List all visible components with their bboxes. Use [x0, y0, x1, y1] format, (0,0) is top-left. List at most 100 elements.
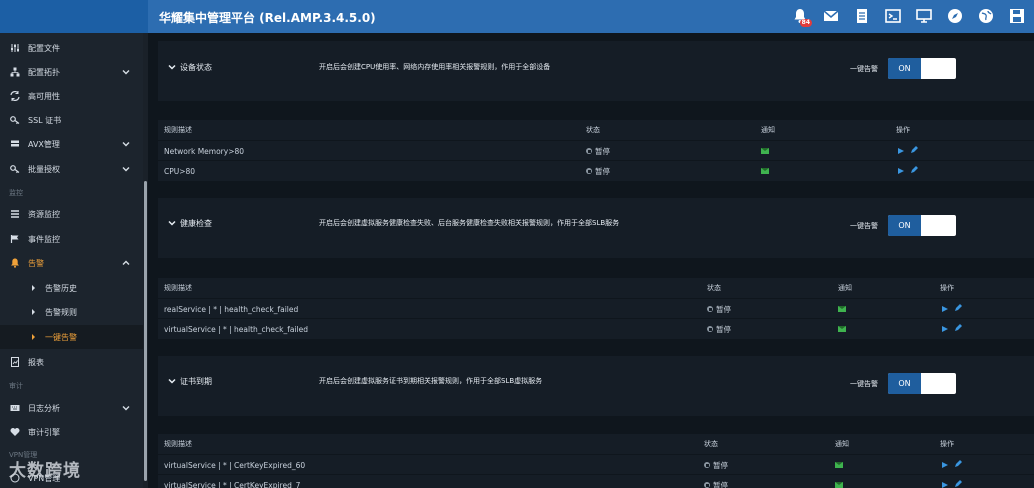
- notify-mail-icon[interactable]: [838, 299, 846, 319]
- monitor-icon[interactable]: [913, 5, 935, 27]
- bell-icon[interactable]: 84: [789, 5, 812, 27]
- sidebar-item-report[interactable]: 报表: [0, 350, 143, 374]
- one-click-alarm-label: 一键告警: [850, 222, 878, 230]
- play-icon[interactable]: [942, 482, 948, 488]
- sidebar-item-resource-monitor[interactable]: 资源监控: [0, 202, 143, 226]
- edit-icon[interactable]: [910, 166, 918, 176]
- keyboard-icon: [9, 403, 21, 413]
- play-icon[interactable]: [898, 148, 904, 154]
- edit-icon[interactable]: [954, 304, 962, 314]
- sliders-icon: [9, 43, 21, 53]
- ha-icon: [9, 91, 21, 101]
- sidebar-item-label: 审计引擎: [28, 427, 60, 437]
- rule-description: virtualService | * | CertKeyExpired_7: [164, 480, 301, 488]
- one-click-alarm-toggle[interactable]: ON: [888, 373, 956, 394]
- table-row: realService | * | health_check_failed 暂停: [158, 298, 1034, 318]
- sidebar-item-log-analysis[interactable]: 日志分析: [0, 396, 143, 420]
- edit-icon[interactable]: [954, 460, 962, 470]
- report-icon: [9, 357, 21, 367]
- play-icon[interactable]: [942, 462, 948, 468]
- notify-mail-icon[interactable]: [835, 455, 843, 475]
- column-header: 状态: [704, 440, 718, 448]
- heart-icon: [9, 427, 21, 437]
- table-header: 规则描述 状态 通知 操作: [158, 278, 1034, 298]
- sidebar-item-label: 配置拓扑: [28, 67, 60, 77]
- column-header: 规则描述: [164, 440, 192, 448]
- sidebar-item-alarm[interactable]: 告警: [0, 251, 143, 275]
- caret-right-icon: [32, 285, 35, 291]
- save-icon[interactable]: [1006, 5, 1028, 27]
- sidebar-item-label: 事件监控: [28, 234, 60, 244]
- edit-icon[interactable]: [954, 480, 962, 488]
- notify-mail-icon[interactable]: [838, 319, 846, 339]
- document-icon[interactable]: [851, 5, 873, 27]
- pause-icon: [704, 462, 710, 468]
- terminal-icon[interactable]: [882, 5, 904, 27]
- sidebar-item-alarm-history[interactable]: 告警历史: [0, 276, 143, 300]
- chevron-down-icon[interactable]: [168, 377, 176, 385]
- sidebar-item-config-topology[interactable]: 配置拓扑: [0, 60, 143, 84]
- top-bar: 华耀集中管理平台 (Rel.AMP.3.4.5.0) 84: [148, 0, 1034, 33]
- rule-status: 暂停: [586, 161, 610, 181]
- rule-status: 暂停: [707, 319, 731, 339]
- row-actions: [898, 141, 918, 161]
- sidebar-item-config-files[interactable]: 配置文件: [0, 36, 143, 60]
- chevron-down-icon: [122, 406, 130, 411]
- toggle-on-label: ON: [888, 58, 921, 79]
- notify-mail-icon[interactable]: [761, 141, 769, 161]
- column-header: 通知: [838, 284, 852, 292]
- one-click-alarm-label: 一键告警: [850, 65, 878, 73]
- one-click-alarm-toggle[interactable]: ON: [888, 58, 956, 79]
- sidebar-item-label: 一键告警: [45, 332, 77, 342]
- bell-icon: [9, 258, 21, 268]
- sidebar-item-ssl-cert[interactable]: SSL 证书: [0, 108, 143, 132]
- panel-description: 开启后会创建虚拟服务证书到期相关报警规则，作用于全部SLB虚拟服务: [319, 377, 543, 385]
- sidebar-item-one-click-alarm[interactable]: 一键告警: [0, 325, 143, 349]
- notify-mail-icon[interactable]: [835, 475, 843, 488]
- chevron-down-icon[interactable]: [168, 219, 176, 227]
- chevron-down-icon[interactable]: [168, 63, 176, 71]
- panel-device-status: 设备状态 开启后会创建CPU使用率、网络内存使用率相关报警规则，作用于全部设备 …: [158, 41, 1034, 101]
- mail-icon[interactable]: [820, 5, 842, 27]
- play-icon[interactable]: [898, 168, 904, 174]
- sidebar-scrollbar-thumb[interactable]: [144, 181, 147, 481]
- sidebar-item-label: AVX管理: [28, 139, 60, 149]
- sidebar-item-avx[interactable]: AVX管理: [0, 132, 143, 156]
- one-click-alarm-toggle[interactable]: ON: [888, 215, 956, 236]
- caret-right-icon: [32, 334, 35, 340]
- sidebar-section-monitor: 监控: [9, 189, 23, 197]
- globe-icon[interactable]: [975, 5, 997, 27]
- table-row: virtualService | * | health_check_failed…: [158, 318, 1034, 338]
- sidebar-item-alarm-rules[interactable]: 告警规则: [0, 300, 143, 324]
- rules-table-health-check: 规则描述 状态 通知 操作 realService | * | health_c…: [158, 278, 1034, 339]
- panel-cert-expiry: 证书到期 开启后会创建虚拟服务证书到期相关报警规则，作用于全部SLB虚拟服务 一…: [158, 356, 1034, 416]
- rule-description: Network Memory>80: [164, 146, 245, 156]
- rules-table-device-status: 规则描述 状态 通知 操作 Network Memory>80 暂停 CPU>8…: [158, 120, 1034, 181]
- sidebar-item-ha[interactable]: 高可用性: [0, 84, 143, 108]
- rule-description: CPU>80: [164, 166, 196, 176]
- compass-icon[interactable]: [944, 5, 966, 27]
- chevron-down-icon: [122, 167, 130, 172]
- sidebar-item-event-monitor[interactable]: 事件监控: [0, 227, 143, 251]
- pause-icon: [586, 148, 592, 154]
- edit-icon[interactable]: [910, 146, 918, 156]
- sidebar-item-label: 高可用性: [28, 91, 60, 101]
- play-icon[interactable]: [942, 306, 948, 312]
- top-icons: 84: [789, 5, 1028, 27]
- app-title: 华耀集中管理平台 (Rel.AMP.3.4.5.0): [159, 11, 376, 25]
- sidebar-item-batch-license[interactable]: 批量授权: [0, 157, 143, 181]
- column-header: 操作: [940, 284, 954, 292]
- sidebar-item-label: 告警历史: [45, 283, 77, 293]
- pause-icon: [586, 168, 592, 174]
- sidebar-item-audit-engine[interactable]: 审计引擎: [0, 420, 143, 444]
- flag-icon: [9, 234, 21, 244]
- rule-status: 暂停: [704, 455, 728, 475]
- rule-description: virtualService | * | CertKeyExpired_60: [164, 460, 306, 470]
- play-icon[interactable]: [942, 326, 948, 332]
- rule-description: virtualService | * | health_check_failed: [164, 324, 309, 334]
- sidebar: 配置文件 配置拓扑 高可用性 SSL 证书 AVX管理 批量授权 监控 资源监控…: [0, 33, 148, 488]
- sidebar-item-label: 批量授权: [28, 164, 60, 174]
- edit-icon[interactable]: [954, 324, 962, 334]
- rule-status: 暂停: [704, 475, 728, 488]
- notify-mail-icon[interactable]: [761, 161, 769, 181]
